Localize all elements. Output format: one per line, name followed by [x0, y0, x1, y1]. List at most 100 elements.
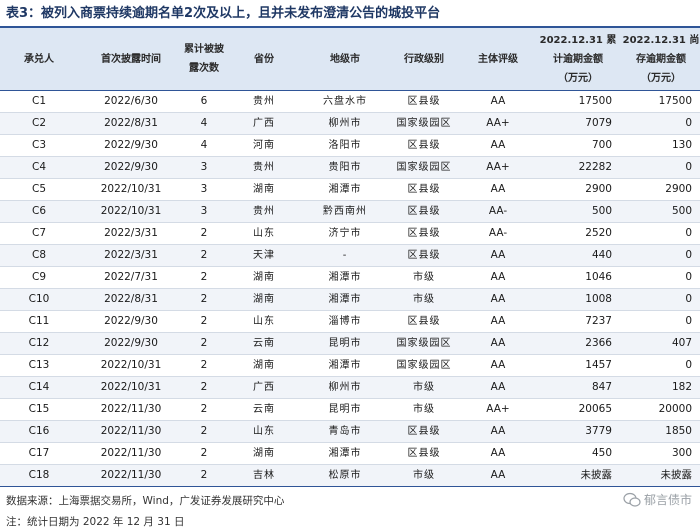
- cell-province: 云南: [253, 338, 275, 349]
- cell-cumulative-overdue: 847: [591, 381, 612, 393]
- cell-province: 贵州: [253, 96, 275, 107]
- header-province: 省份: [254, 53, 274, 65]
- cell-city: 黔西南州: [323, 206, 367, 217]
- cell-cumulative-overdue: 500: [591, 205, 612, 217]
- cell-rating: AA: [490, 271, 506, 283]
- cell-city: 青岛市: [328, 426, 362, 437]
- cell-outstanding-overdue: 0: [685, 359, 692, 371]
- cell-province: 湖南: [253, 272, 275, 283]
- watermark-text: 郁言债市: [643, 493, 692, 507]
- cell-cumulative-overdue: 未披露: [580, 469, 613, 481]
- footer-source: 数据来源：上海票据交易所，Wind，广发证券发展研究中心: [6, 495, 285, 507]
- cell-times: 2: [200, 403, 208, 415]
- cell-rating: AA: [490, 447, 506, 459]
- footer-note: 注：统计日期为 2022 年 12 月 31 日: [6, 516, 185, 528]
- cell-outstanding-overdue: 2900: [665, 183, 692, 195]
- cell-rating: AA: [490, 469, 506, 481]
- cell-first-date: 2022/11/30: [100, 447, 162, 459]
- cell-acceptor: C9: [31, 271, 46, 283]
- cell-times: 2: [200, 249, 208, 261]
- cell-outstanding-overdue: 0: [685, 293, 692, 305]
- table-row: C15 2022/11/30 2 云南 昆明市 市级 AA+ 20065 20000: [0, 399, 700, 421]
- table-row: C10 2022/8/31 2 湖南 湘潭市 市级 AA 1008 0: [0, 289, 700, 311]
- cell-admin-level: 区县级: [407, 184, 441, 195]
- header-first-date: 首次披露时间: [101, 53, 161, 65]
- cell-city: 洛阳市: [328, 140, 362, 151]
- cell-province: 湖南: [253, 184, 275, 195]
- cell-first-date: 2022/10/31: [100, 205, 162, 217]
- table-row: C3 2022/9/30 4 河南 洛阳市 区县级 AA 700 130: [0, 135, 700, 157]
- cell-first-date: 2022/10/31: [100, 359, 162, 371]
- cell-cumulative-overdue: 22282: [578, 161, 612, 173]
- cell-admin-level: 国家级园区: [396, 118, 452, 129]
- cell-acceptor: C11: [28, 315, 50, 327]
- cell-times: 6: [200, 95, 208, 107]
- header-cumulative-overdue: 2022.12.31 累计逾期金额 （万元）: [539, 34, 617, 84]
- cell-admin-level: 市级: [413, 272, 435, 283]
- cell-cumulative-overdue: 1046: [585, 271, 612, 283]
- cell-admin-level: 国家级园区: [396, 162, 452, 173]
- cell-admin-level: 区县级: [407, 426, 441, 437]
- cell-city: 湘潭市: [328, 294, 362, 305]
- cell-cumulative-overdue: 440: [591, 249, 612, 261]
- cell-first-date: 2022/7/31: [104, 271, 158, 283]
- table-row: C14 2022/10/31 2 广西 柳州市 市级 AA 847 182: [0, 377, 700, 399]
- cell-city: 湘潭市: [328, 184, 362, 195]
- cell-province: 贵州: [253, 162, 275, 173]
- cell-province: 广西: [253, 382, 275, 393]
- cell-outstanding-overdue: 20000: [658, 403, 692, 415]
- cell-acceptor: C7: [31, 227, 46, 239]
- cell-outstanding-overdue: 17500: [658, 95, 692, 107]
- cell-rating: AA: [490, 183, 506, 195]
- cell-city: 六盘水市: [323, 96, 367, 107]
- cell-admin-level: 区县级: [407, 448, 441, 459]
- cell-times: 2: [200, 469, 208, 481]
- table-row: C18 2022/11/30 2 吉林 松原市 市级 AA 未披露 未披露: [0, 465, 700, 487]
- cell-first-date: 2022/9/30: [104, 337, 158, 349]
- cell-cumulative-overdue: 3779: [585, 425, 612, 437]
- cell-admin-level: 市级: [413, 470, 435, 481]
- cell-outstanding-overdue: 0: [685, 249, 692, 261]
- cell-acceptor: C4: [31, 161, 46, 173]
- cell-cumulative-overdue: 2520: [585, 227, 612, 239]
- cell-province: 山东: [253, 426, 275, 437]
- cell-province: 湖南: [253, 360, 275, 371]
- cell-acceptor: C13: [28, 359, 50, 371]
- cell-province: 山东: [253, 316, 275, 327]
- cell-rating: AA: [490, 139, 506, 151]
- cell-admin-level: 区县级: [407, 228, 441, 239]
- cell-province: 山东: [253, 228, 275, 239]
- cell-city: 松原市: [328, 470, 362, 481]
- cell-city: 贵阳市: [328, 162, 362, 173]
- table-row: C1 2022/6/30 6 贵州 六盘水市 区县级 AA 17500 17500: [0, 91, 700, 113]
- cell-outstanding-overdue: 0: [685, 271, 692, 283]
- cell-rating: AA+: [486, 117, 510, 129]
- cell-first-date: 2022/3/31: [104, 227, 158, 239]
- cell-acceptor: C10: [28, 293, 50, 305]
- table-header: 承兑人 首次披露时间 累计被披 露次数 省份 地级市 行政级别 主体评级 2022…: [0, 28, 700, 91]
- cell-admin-level: 区县级: [407, 250, 441, 261]
- cell-cumulative-overdue: 20065: [578, 403, 612, 415]
- table-row: C9 2022/7/31 2 湖南 湘潭市 市级 AA 1046 0: [0, 267, 700, 289]
- header-times: 累计被披 露次数: [184, 44, 224, 74]
- table-row: C12 2022/9/30 2 云南 昆明市 国家级园区 AA 2366 407: [0, 333, 700, 355]
- cell-province: 云南: [253, 404, 275, 415]
- cell-cumulative-overdue: 450: [591, 447, 612, 459]
- watermark: 郁言债市: [623, 491, 692, 508]
- cell-first-date: 2022/9/30: [104, 315, 158, 327]
- cell-acceptor: C6: [31, 205, 46, 217]
- table-row: C17 2022/11/30 2 湖南 湘潭市 区县级 AA 450 300: [0, 443, 700, 465]
- cell-outstanding-overdue: 0: [685, 161, 692, 173]
- cell-outstanding-overdue: 0: [685, 227, 692, 239]
- cell-first-date: 2022/6/30: [104, 95, 158, 107]
- table-row: C5 2022/10/31 3 湖南 湘潭市 区县级 AA 2900 2900: [0, 179, 700, 201]
- cell-times: 3: [200, 161, 208, 173]
- cell-acceptor: C17: [28, 447, 50, 459]
- cell-first-date: 2022/3/31: [104, 249, 158, 261]
- cell-province: 湖南: [253, 448, 275, 459]
- cell-times: 2: [200, 293, 208, 305]
- cell-rating: AA: [490, 249, 506, 261]
- cell-outstanding-overdue: 0: [685, 315, 692, 327]
- cell-city: 昆明市: [328, 404, 362, 415]
- cell-province: 湖南: [253, 294, 275, 305]
